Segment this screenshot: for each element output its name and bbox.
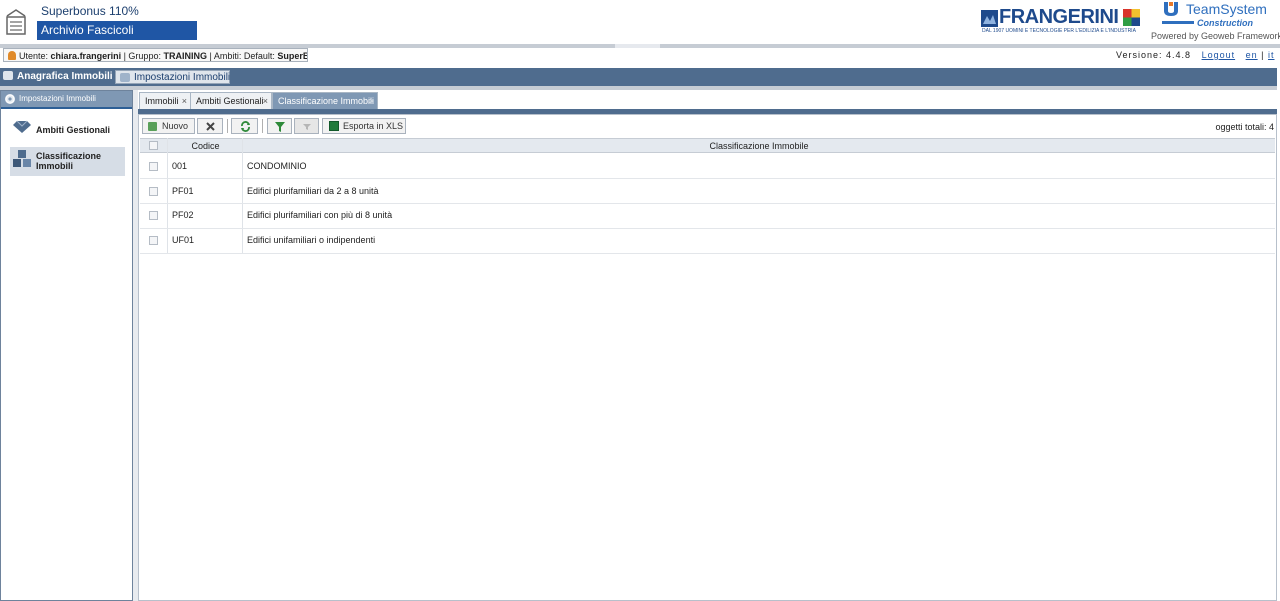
table-row[interactable]: PF01 Edifici plurifamiliari da 2 a 8 uni… [140,179,1275,204]
tab-classificazione-immobili[interactable]: Classificazione Immobili × [272,92,378,109]
select-all-checkbox[interactable] [149,141,158,150]
tab-immobili[interactable]: Immobili × [139,92,191,109]
cell-classificazione: CONDOMINIO [247,161,307,171]
teamsystem-name: TeamSystem [1186,1,1267,17]
cell-codice: 001 [172,161,188,171]
lang-separator: | [1261,50,1265,60]
close-icon[interactable]: × [263,93,268,109]
table-row[interactable]: UF01 Edifici unifamiliari o indipendenti [140,229,1275,254]
nav-impostazioni-immobili[interactable]: Impostazioni Immobili [115,70,230,84]
column-header-codice[interactable]: Codice [168,139,243,153]
row-checkbox[interactable] [149,236,158,245]
excel-icon [329,121,339,131]
lang-en-link[interactable]: en [1246,50,1258,60]
total-count: oggetti totali: 4 [1215,122,1274,132]
nav-anagrafica-immobili[interactable]: Anagrafica Immobili [3,70,113,84]
cell-codice: UF01 [172,235,195,245]
table-row[interactable]: 001 CONDOMINIO [140,154,1275,179]
powered-by: Powered by Geoweb Framework [1151,31,1280,41]
nav-anagrafica-label: Anagrafica Immobili [17,71,113,82]
row-checkbox[interactable] [149,211,158,220]
refresh-button[interactable] [231,118,258,134]
left-header-line [1,107,132,109]
archive-icon [6,9,26,35]
delete-x-icon [206,122,215,131]
ambiti-label: | Ambiti: Default: [209,51,275,61]
app-title: Superbonus 110% [41,4,139,18]
cell-classificazione: Edifici unifamiliari o indipendenti [247,235,376,245]
header-splitter-grip[interactable] [615,44,660,48]
app-subtitle: Archivio Fascicoli [37,21,197,40]
logout-link[interactable]: Logout [1202,50,1236,60]
close-icon[interactable]: × [182,93,187,109]
export-xls-label: Esporta in XLS [343,121,404,131]
cell-codice: PF02 [172,210,194,220]
tab-ambiti-gestionali[interactable]: Ambiti Gestionali × [190,92,272,109]
toolbar-separator [262,119,263,133]
user-info: Utente: chiara.frangerini | Gruppo: TRAI… [3,48,308,62]
row-checkbox[interactable] [149,162,158,171]
frangerini-flag-icon [1123,9,1140,26]
left-item-classificazione-label: Classificazione Immobili [36,151,102,171]
version-label: Versione: 4.4.8 [1116,50,1192,60]
settings-icon [120,73,130,82]
delete-button[interactable] [197,118,223,134]
nav-separator [0,86,1277,90]
teamsystem-underline [1162,21,1194,24]
gruppo-label: | Gruppo: [123,51,161,61]
tab-immobili-label: Immobili [145,96,179,106]
utente-value: chiara.frangerini [50,51,122,61]
teamsystem-logo-icon [1164,2,1178,16]
utente-label: Utente: [19,51,49,61]
frangerini-mark-icon [981,10,998,27]
filter-icon [275,122,285,132]
toolbar-separator [227,119,228,133]
frangerini-tagline: DAL 1907 UOMINI E TECNOLOGIE PER L'EDILI… [982,28,1136,34]
tab-ambiti-label: Ambiti Gestionali [196,96,264,106]
tab-classificazione-label: Classificazione Immobili [278,96,375,106]
new-button-label: Nuovo [162,121,189,131]
close-icon[interactable]: × [369,93,374,109]
lang-it-link[interactable]: it [1268,50,1275,60]
cell-classificazione: Edifici plurifamiliari da 2 a 8 unità [247,186,379,196]
cell-classificazione: Edifici plurifamiliari con più di 8 unit… [247,210,393,220]
database-icon [3,71,13,80]
nav-impostazioni-label: Impostazioni Immobili [134,72,231,83]
version-area: Versione: 4.4.8 Logout en | it [1116,50,1275,60]
add-icon [148,122,157,131]
row-checkbox[interactable] [149,187,158,196]
cubes-icon [13,150,31,167]
clear-filter-button[interactable] [294,118,319,134]
filter-button[interactable] [267,118,292,134]
left-panel-header: Impostazioni Immobili [1,91,132,107]
gruppo-value: TRAINING [163,51,207,61]
column-header-classificazione[interactable]: Classificazione Immobile [243,139,1275,153]
refresh-icon [241,121,250,132]
ambiti-value: SuperBonus [277,51,307,61]
gear-icon [5,94,15,104]
diamond-icon [13,120,31,133]
left-item-ambiti-label: Ambiti Gestionali [36,125,111,135]
export-xls-button[interactable]: Esporta in XLS [322,118,406,134]
new-button[interactable]: Nuovo [142,118,195,134]
teamsystem-sub: Construction [1197,18,1253,28]
user-icon [8,51,16,60]
clear-filter-icon [303,124,311,130]
frangerini-logo-text: FRANGERINI [999,6,1119,28]
cell-codice: PF01 [172,186,194,196]
table-row[interactable]: PF02 Edifici plurifamiliari con più di 8… [140,204,1275,229]
